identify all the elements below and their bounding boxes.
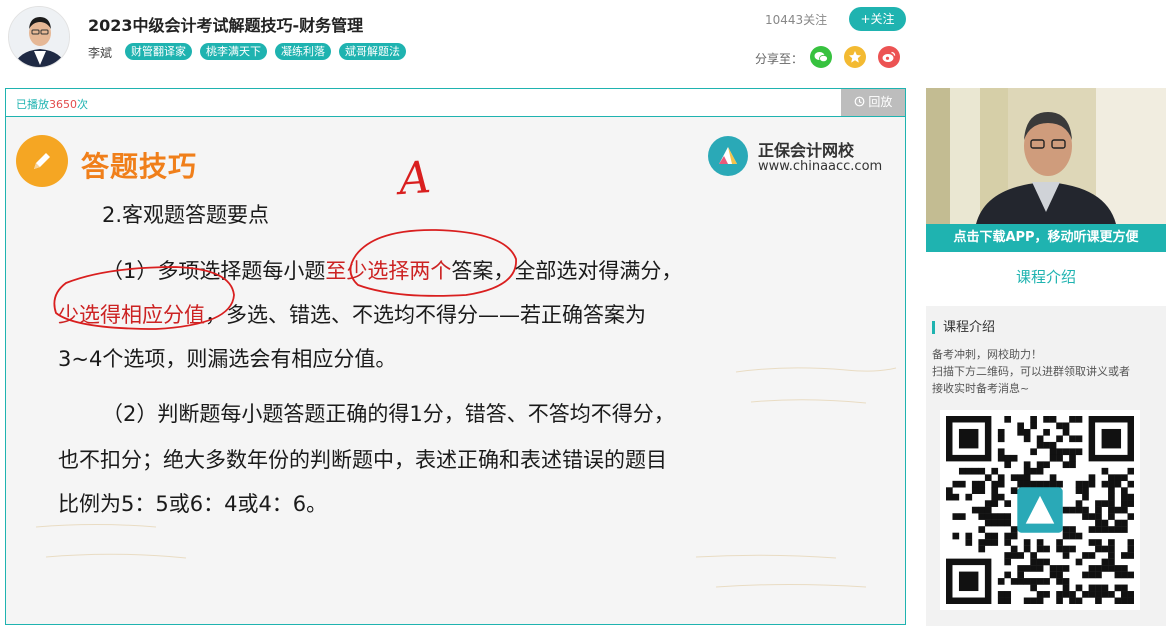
pencil-icon (16, 135, 68, 187)
intro-text: 接收实时备考消息~ (932, 382, 1030, 395)
course-header: 2023中级会计考试解题技巧-财务管理 李斌 财管翻译家 桃李满天下 凝练利落 … (0, 0, 1171, 86)
teacher-tag: 斌哥解题法 (339, 43, 406, 60)
course-title: 2023中级会计考试解题技巧-财务管理 (88, 16, 364, 35)
teacher-name[interactable]: 李斌 (88, 44, 112, 61)
teacher-tags: 财管翻译家 桃李满天下 凝练利落 斌哥解题法 (125, 43, 406, 60)
teacher-avatar[interactable] (8, 6, 70, 68)
teacher-tag: 凝练利落 (275, 43, 331, 60)
follow-count: 10443关注 (765, 13, 828, 27)
slide-heading: 2.客观题答题要点 (102, 203, 270, 227)
weibo-share-icon[interactable] (878, 46, 900, 68)
slide-title: 答题技巧 (81, 150, 198, 183)
highlight-text: 至少选择两个 (325, 259, 452, 283)
annotation-letter: A (397, 151, 433, 206)
teacher-tag: 桃李满天下 (200, 43, 267, 60)
intro-text: 扫描下方二维码，可以进群领取讲义或者 (932, 365, 1130, 378)
play-count: 已播放3650次 (16, 98, 88, 111)
follow-button[interactable]: +关注 (849, 7, 906, 31)
slide-line: （1）多项选择题每小题至少选择两个答案，全部选对得满分， (102, 259, 683, 283)
slide-line: 比例为5：5或6：4或4：6。 (58, 492, 328, 516)
slide-line: （2）判断题每小题答题正确的得1分，错答、不答均不得分， (102, 402, 675, 426)
slide-line: 也不扣分；绝大多数年份的判断题中，表述正确和表述错误的题目 (58, 448, 667, 472)
brand-name: 正保会计网校 (758, 141, 855, 160)
wechat-share-icon[interactable] (810, 46, 832, 68)
download-app-bar[interactable]: 点击下载APP，移动听课更方便 (926, 224, 1166, 252)
chinaacc-logo-icon (708, 136, 748, 176)
lecture-slide: 答题技巧 正保会计网校 www.chinaacc.com 2.客观题答题要点 （… (6, 117, 905, 624)
video-player[interactable]: 已播放3650次 回放 答题技巧 正保会计网校 www.chinaacc.com (5, 88, 906, 625)
slide-line: 3~4个选项，则漏选会有相应分值。 (58, 347, 397, 371)
course-intro-panel: 课程介绍 备考冲刺，网校助力！ 扫描下方二维码，可以进群领取讲义或者 接收实时备… (926, 306, 1166, 626)
player-topbar: 已播放3650次 回放 (6, 89, 905, 117)
replay-button[interactable]: 回放 (841, 89, 905, 116)
qr-code-image (946, 416, 1135, 605)
replay-label: 回放 (868, 95, 893, 109)
course-intro-heading: 课程介绍 (932, 321, 995, 334)
qzone-share-icon[interactable] (844, 46, 866, 68)
teacher-tag: 财管翻译家 (125, 43, 192, 60)
qr-code[interactable] (940, 410, 1140, 610)
brand-url: www.chinaacc.com (758, 159, 883, 174)
slide-line: 少选得相应分值，多选、错选、不选均不得分——若正确答案为 (58, 303, 646, 327)
replay-icon (854, 96, 864, 107)
share-label: 分享至： (755, 52, 804, 66)
intro-text: 备考冲刺，网校助力！ (932, 348, 1042, 361)
course-intro-link[interactable]: 课程介绍 (926, 266, 1166, 287)
teacher-camera (926, 88, 1166, 224)
highlight-text: 少选得相应分值 (58, 303, 205, 327)
